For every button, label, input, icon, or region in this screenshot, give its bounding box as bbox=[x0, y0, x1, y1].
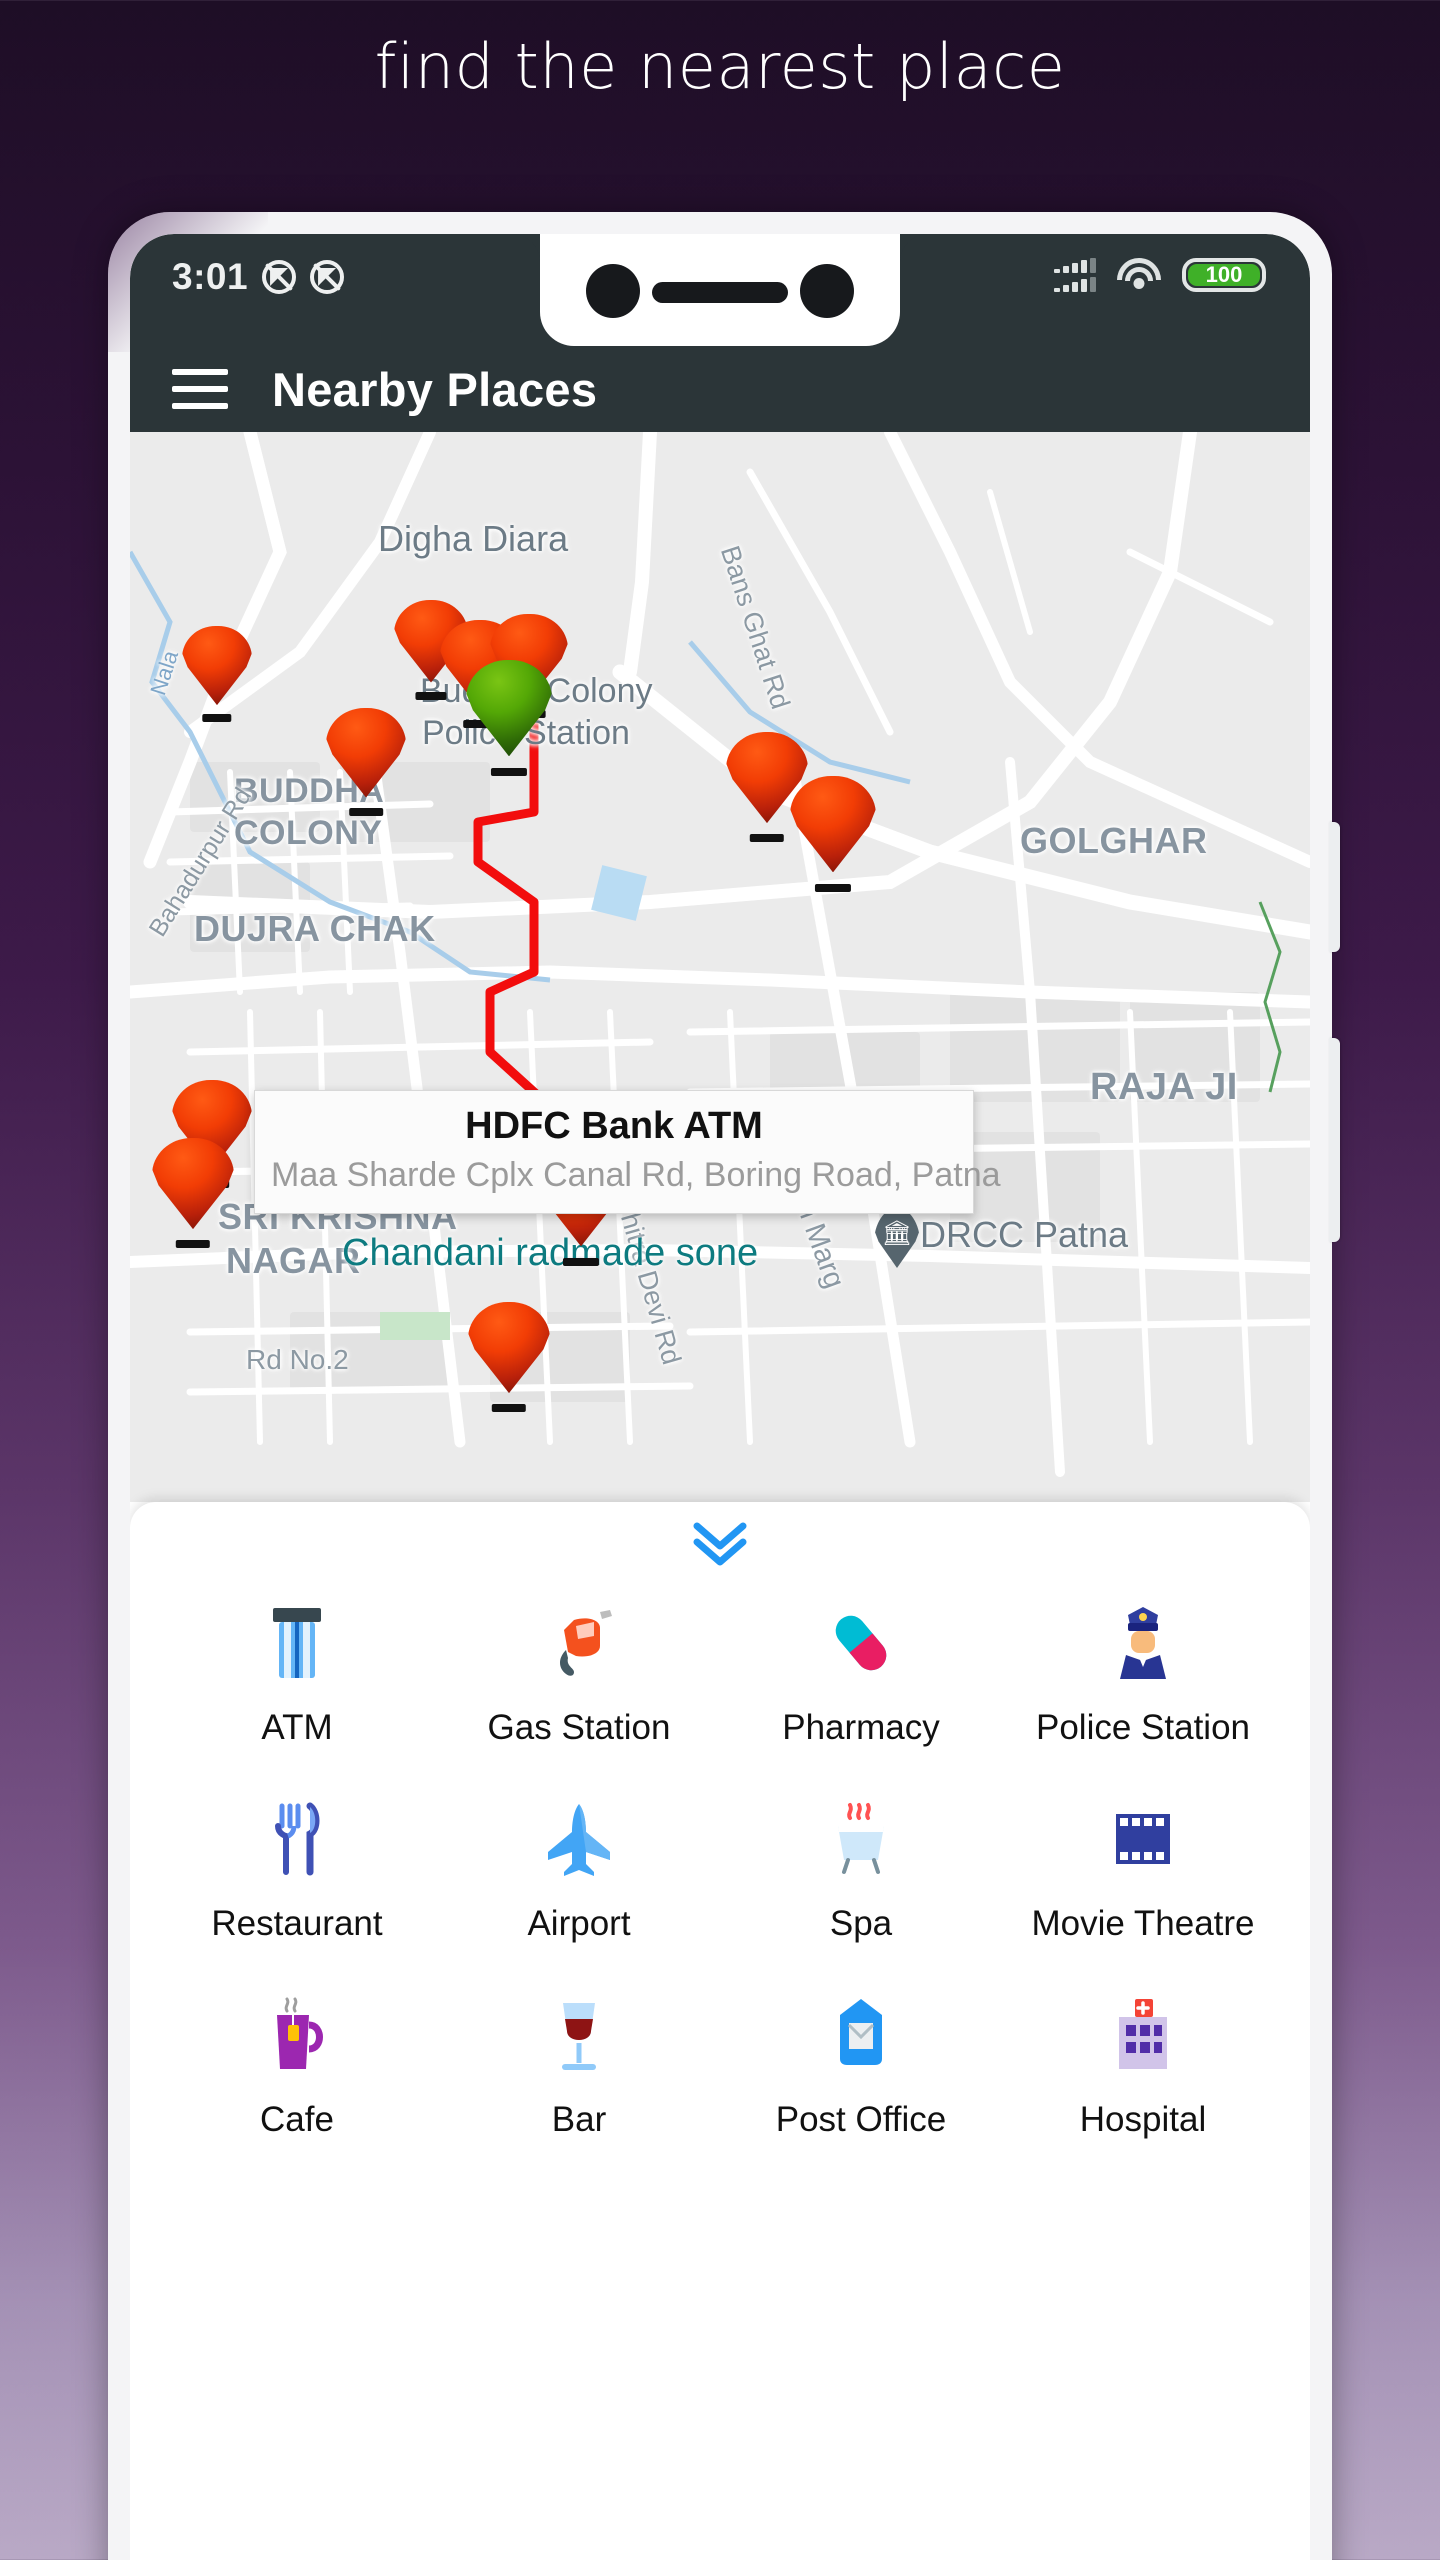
category-label: Pharmacy bbox=[782, 1708, 940, 1747]
map-view[interactable]: Digha Diara Nala Buddha Colony Police Stati… bbox=[130, 432, 1310, 1502]
atm-icon bbox=[267, 1600, 327, 1686]
signal-bars-icon bbox=[1054, 258, 1096, 292]
category-label: Cafe bbox=[260, 2100, 334, 2139]
battery-icon: 100 bbox=[1182, 258, 1266, 292]
category-item-atm[interactable]: ATM bbox=[156, 1588, 438, 1762]
category-label: Movie Theatre bbox=[1031, 1904, 1255, 1943]
do-not-disturb-icon bbox=[262, 260, 297, 294]
status-bar-left: 3:01 bbox=[172, 256, 345, 298]
category-label: Hospital bbox=[1079, 2100, 1207, 2139]
status-bar: 3:01 100 Nearby Places bbox=[130, 234, 1310, 432]
wine-glass-icon bbox=[549, 1992, 609, 2078]
category-label: Bar bbox=[551, 2100, 607, 2139]
map-roads bbox=[130, 432, 1310, 1502]
pill-icon bbox=[828, 1600, 894, 1686]
category-label: Post Office bbox=[775, 2100, 947, 2139]
category-bottom-sheet: ATM Gas Station Pharmacy Police Station Rest… bbox=[130, 1502, 1310, 2560]
category-label: Restaurant bbox=[211, 1904, 383, 1943]
hamburger-menu-icon[interactable] bbox=[172, 369, 228, 409]
category-label: Police Station bbox=[1035, 1708, 1251, 1747]
phone-screen: 3:01 100 Nearby Places Digha Diara Nala … bbox=[130, 234, 1310, 2560]
police-officer-icon bbox=[1112, 1600, 1174, 1686]
film-strip-icon bbox=[1110, 1796, 1176, 1882]
place-info-card[interactable]: HDFC Bank ATM Maa Sharde Cplx Canal Rd, … bbox=[254, 1090, 1001, 1214]
airplane-icon bbox=[546, 1796, 612, 1882]
category-item-pharmacy[interactable]: Pharmacy bbox=[720, 1588, 1002, 1762]
status-bar-right: 100 bbox=[1054, 258, 1266, 292]
front-camera-icon bbox=[800, 264, 854, 318]
battery-level: 100 bbox=[1188, 262, 1260, 287]
category-item-cafe[interactable]: Cafe bbox=[156, 1980, 438, 2154]
wifi-icon bbox=[1116, 258, 1162, 292]
page-title: find the nearest place bbox=[374, 30, 1066, 103]
status-time: 3:01 bbox=[172, 256, 249, 297]
category-item-bar[interactable]: Bar bbox=[438, 1980, 720, 2154]
category-label: Spa bbox=[829, 1904, 893, 1943]
double-chevron-down-icon[interactable] bbox=[130, 1520, 1310, 1572]
phone-frame: 3:01 100 Nearby Places Digha Diara Nala … bbox=[108, 212, 1340, 2560]
category-item-post-office[interactable]: Post Office bbox=[720, 1980, 1002, 2154]
bathtub-steam-icon bbox=[828, 1796, 894, 1882]
category-item-gas-station[interactable]: Gas Station bbox=[438, 1588, 720, 1762]
category-item-restaurant[interactable]: Restaurant bbox=[156, 1784, 438, 1958]
fork-knife-icon bbox=[268, 1796, 326, 1882]
front-camera-icon bbox=[586, 264, 640, 318]
do-not-disturb-icon bbox=[310, 260, 345, 294]
coffee-mug-icon bbox=[265, 1992, 329, 2078]
power-button[interactable] bbox=[1329, 1038, 1340, 1242]
category-item-movie-theatre[interactable]: Movie Theatre bbox=[1002, 1784, 1284, 1958]
gas-pump-icon bbox=[544, 1600, 614, 1686]
place-name: HDFC Bank ATM bbox=[465, 1105, 763, 1147]
phone-notch bbox=[512, 234, 928, 346]
category-grid: ATM Gas Station Pharmacy Police Station Rest… bbox=[130, 1578, 1310, 2154]
app-bar: Nearby Places bbox=[130, 346, 1310, 432]
earpiece-speaker bbox=[652, 282, 788, 303]
category-item-spa[interactable]: Spa bbox=[720, 1784, 1002, 1958]
category-item-hospital[interactable]: Hospital bbox=[1002, 1980, 1284, 2154]
place-address: Maa Sharde Cplx Canal Rd, Boring Road, P… bbox=[271, 1156, 1001, 1194]
category-item-police-station[interactable]: Police Station bbox=[1002, 1588, 1284, 1762]
category-label: Airport bbox=[527, 1904, 631, 1943]
volume-button[interactable] bbox=[1329, 822, 1340, 952]
category-label: Gas Station bbox=[487, 1708, 671, 1747]
hospital-building-icon bbox=[1111, 1992, 1175, 2078]
category-item-airport[interactable]: Airport bbox=[438, 1784, 720, 1958]
category-label: ATM bbox=[261, 1708, 333, 1747]
envelope-icon bbox=[830, 1992, 892, 2078]
app-bar-title: Nearby Places bbox=[272, 362, 598, 416]
